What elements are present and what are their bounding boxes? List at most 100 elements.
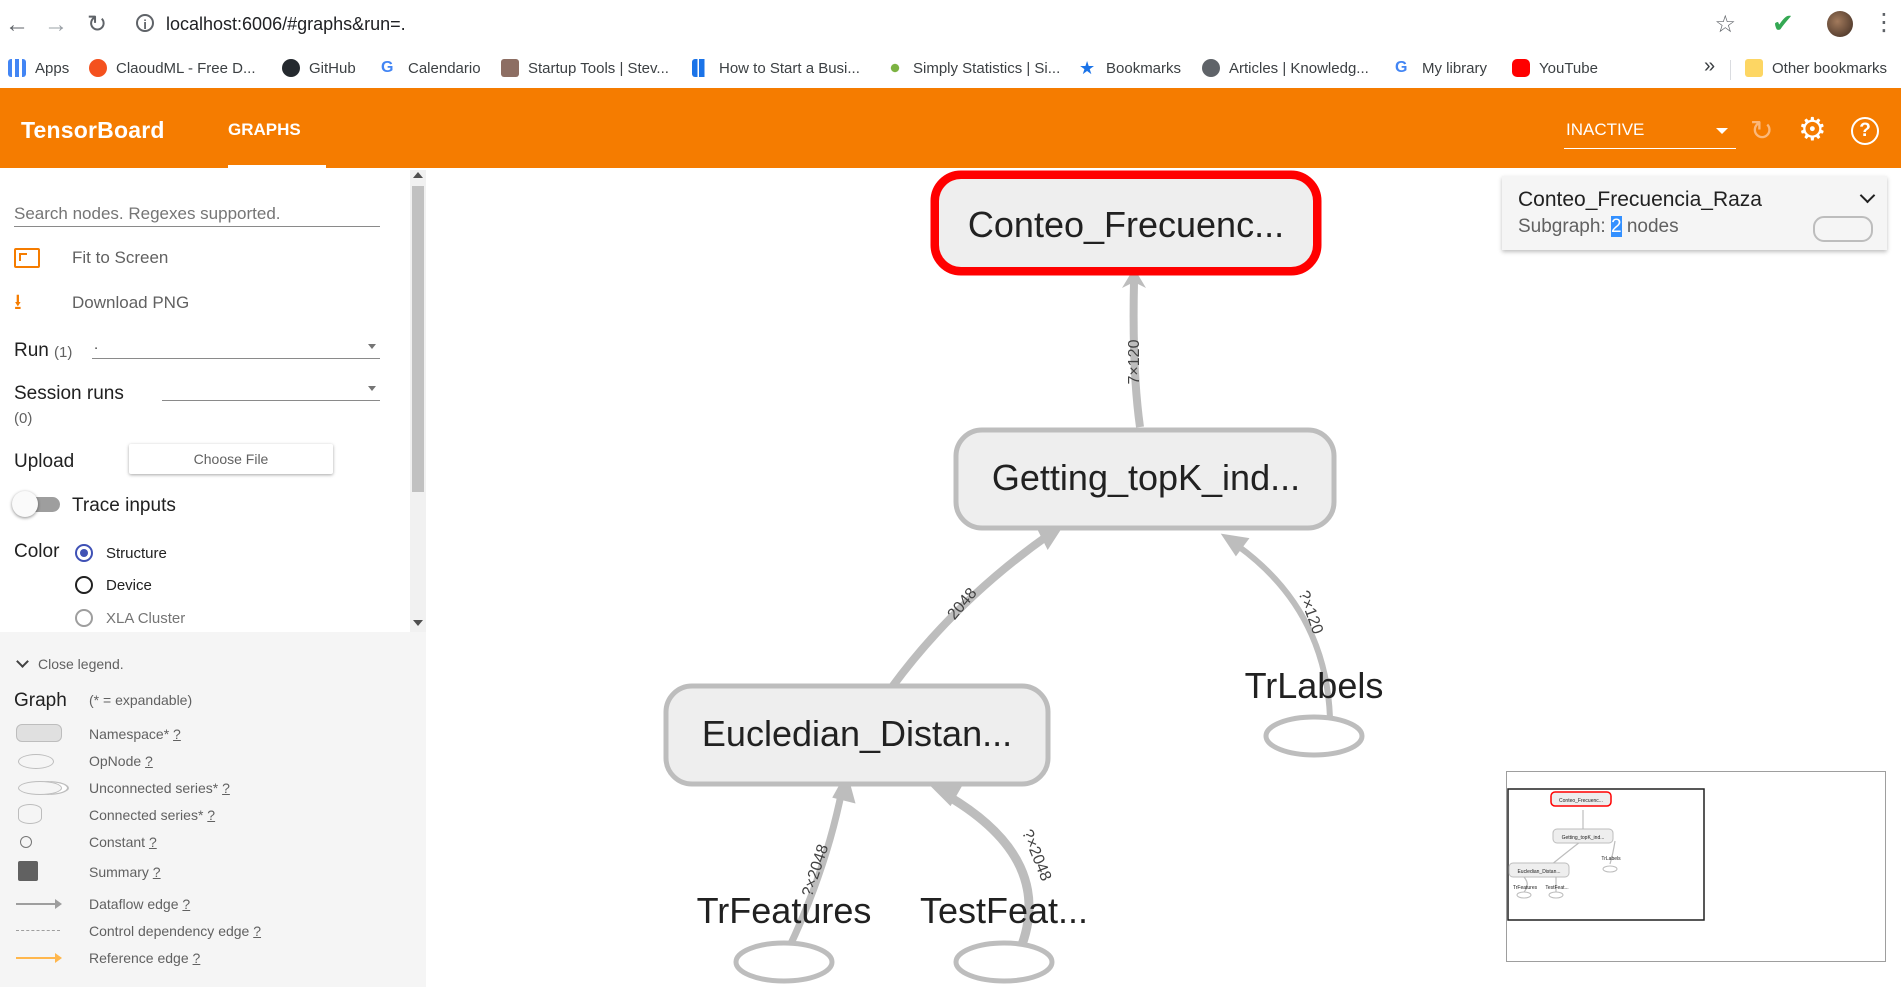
node-eucledian[interactable]: Eucledian_Distan... — [663, 683, 1051, 787]
node-trfeatures-label: TrFeatures — [697, 890, 872, 931]
help-link[interactable]: ? — [173, 726, 181, 742]
back-icon[interactable]: ← — [2, 10, 32, 40]
help-link[interactable]: ? — [253, 923, 261, 939]
run-select[interactable]: . — [92, 336, 380, 359]
node-getting[interactable]: Getting_topK_ind... — [953, 427, 1337, 531]
radio-xla-cluster-label: XLA Cluster — [106, 610, 186, 627]
minimap-viewport[interactable] — [1507, 788, 1705, 921]
fit-to-screen-label: Fit to Screen — [72, 248, 169, 267]
url-text[interactable]: localhost:6006/#graphs&run=. — [166, 14, 406, 35]
reload-icon[interactable]: ↻ — [82, 10, 112, 40]
settings-gear-icon[interactable]: ⚙ — [1798, 110, 1827, 148]
minimap-label-eucledian: Eucledian_Distan... — [1517, 869, 1560, 875]
bookmark-other[interactable]: Other bookmarks — [1745, 57, 1887, 79]
bookmark-star-icon[interactable]: ☆ — [1714, 10, 1736, 39]
help-link[interactable]: ? — [153, 864, 161, 880]
google-icon: G — [1395, 59, 1408, 76]
chevron-down-icon[interactable] — [1859, 187, 1876, 204]
session-runs-select[interactable] — [162, 378, 380, 401]
node-info-card[interactable]: Conteo_Frecuencia_Raza Subgraph: 2 nodes — [1502, 176, 1887, 250]
node-trlabels-ellipse[interactable] — [1263, 714, 1365, 758]
legend-note: (* = expandable) — [89, 692, 193, 708]
legend-item-label: Connected series* — [89, 807, 204, 823]
dataflow-arrow-icon — [55, 899, 62, 909]
forward-icon[interactable]: → — [41, 10, 71, 40]
node-testfeat-ellipse[interactable] — [953, 940, 1055, 984]
sidebar-controls: Fit to Screen ⭳ Download PNG Run (1) . S… — [0, 170, 410, 632]
minimap-label-trlabels: TrLabels — [1601, 856, 1621, 862]
address-bar[interactable]: i localhost:6006/#graphs&run=. ☆ — [128, 6, 1744, 42]
bookmark-github[interactable]: GitHub — [282, 57, 356, 79]
bookmark-bookmarks[interactable]: ★ Bookmarks — [1079, 57, 1181, 79]
radio-device[interactable] — [75, 576, 93, 594]
download-png-button[interactable]: ⭳ Download PNG — [14, 291, 189, 315]
bookmark-start-business[interactable]: How to Start a Busi... — [692, 57, 860, 79]
browser-menu-icon[interactable]: ⋮ — [1872, 8, 1896, 37]
tab-graphs[interactable]: GRAPHS — [228, 120, 301, 140]
subgraph-node-count: 2 — [1610, 216, 1622, 237]
extension-check-icon[interactable]: ✔ — [1772, 8, 1794, 39]
help-link[interactable]: ? — [149, 834, 157, 850]
fit-to-screen-button[interactable]: Fit to Screen — [14, 248, 168, 268]
help-icon[interactable]: ? — [1851, 117, 1879, 145]
constant-symbol — [20, 836, 32, 848]
legend-item-label: OpNode — [89, 753, 142, 769]
node-trfeatures-ellipse[interactable] — [733, 940, 835, 984]
node-trlabels[interactable]: TrLabels — [1245, 665, 1384, 758]
help-link[interactable]: ? — [145, 753, 153, 769]
bookmark-apps[interactable]: Apps — [8, 57, 69, 79]
node-testfeat[interactable]: TestFeat... — [920, 890, 1088, 984]
node-trfeatures[interactable]: TrFeatures — [697, 890, 872, 984]
profile-avatar[interactable] — [1827, 11, 1853, 37]
bookmark-articles[interactable]: Articles | Knowledg... — [1202, 57, 1369, 79]
run-status-select[interactable]: INACTIVE — [1564, 118, 1736, 149]
bookmark-my-library[interactable]: G My library — [1395, 57, 1487, 79]
bookmark-simply-statistics[interactable]: Simply Statistics | Si... — [886, 57, 1060, 79]
run-count: (1) — [54, 344, 73, 361]
radio-structure[interactable] — [75, 544, 93, 562]
trace-inputs-toggle-knob[interactable] — [12, 491, 38, 517]
legend-item-label: Dataflow edge — [89, 896, 179, 912]
scrollbar-thumb[interactable] — [412, 186, 424, 492]
scroll-up-arrow-icon[interactable] — [413, 172, 423, 178]
help-link[interactable]: ? — [182, 896, 190, 912]
legend-item-label: Summary — [89, 864, 149, 880]
minimap-svg[interactable]: Conteo_Frecuenc... Getting_topK_ind... E… — [1507, 772, 1885, 961]
node-conteo[interactable]: Conteo_Frecuenc... — [930, 170, 1322, 276]
startup-tools-icon — [501, 59, 519, 77]
reference-edge-symbol — [16, 957, 56, 959]
bookmark-youtube[interactable]: YouTube — [1512, 57, 1598, 79]
star-icon: ★ — [1079, 58, 1096, 78]
active-tab-indicator — [228, 165, 326, 168]
help-link[interactable]: ? — [207, 807, 215, 823]
download-png-label: Download PNG — [72, 293, 190, 312]
graph-minimap[interactable]: Conteo_Frecuenc... Getting_topK_ind... E… — [1506, 771, 1886, 962]
bookmark-label: GitHub — [309, 59, 356, 77]
bookmark-label: YouTube — [1539, 59, 1598, 77]
site-info-icon[interactable]: i — [136, 14, 154, 32]
help-link[interactable]: ? — [222, 780, 230, 796]
scroll-down-arrow-icon[interactable] — [413, 620, 423, 626]
sidebar-scrollbar[interactable] — [410, 170, 426, 632]
legend-dataflow-edge: Dataflow edge ? — [89, 896, 190, 912]
summary-icon — [18, 861, 38, 881]
more-bookmarks-icon[interactable]: » — [1704, 55, 1715, 78]
bookmark-calendario[interactable]: G Calendario — [381, 57, 481, 79]
minimap-label-trfeatures: TrFeatures — [1513, 885, 1538, 891]
reload-data-icon[interactable]: ↻ — [1750, 114, 1773, 147]
minimap-node-trfeatures — [1516, 891, 1532, 899]
edge-eucledian-to-getting[interactable] — [888, 530, 1053, 690]
radio-device-label: Device — [106, 577, 152, 594]
bookmark-claoudml[interactable]: ClaoudML - Free D... — [89, 57, 256, 79]
subgraph-prefix: Subgraph: — [1518, 216, 1611, 237]
unconnected-series-symbol — [18, 781, 62, 795]
choose-file-button[interactable]: Choose File — [129, 444, 333, 474]
bookmark-label: Simply Statistics | Si... — [913, 59, 1061, 77]
bookmark-startup-tools[interactable]: Startup Tools | Stev... — [501, 57, 669, 79]
search-nodes-input[interactable] — [14, 202, 380, 227]
help-link[interactable]: ? — [193, 950, 201, 966]
radio-xla-cluster[interactable] — [75, 609, 93, 627]
close-legend-toggle[interactable]: Close legend. — [16, 655, 124, 672]
legend-control-dependency-edge: Control dependency edge ? — [89, 923, 261, 939]
opnode-symbol — [18, 754, 54, 769]
